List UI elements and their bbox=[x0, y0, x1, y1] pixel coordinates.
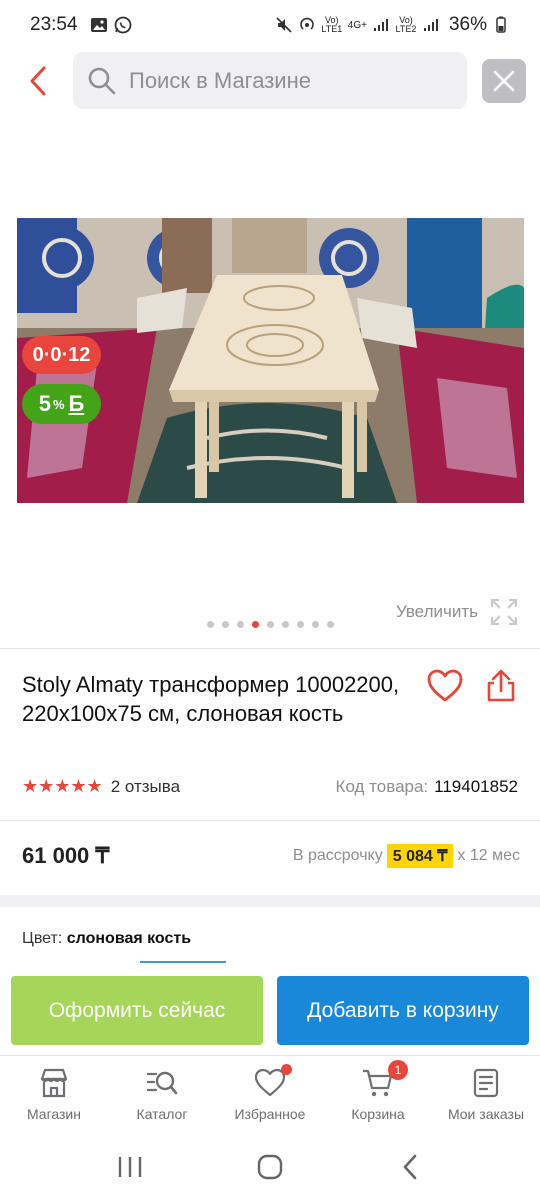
tab-favorites[interactable]: Избранное bbox=[216, 1056, 324, 1133]
recent-apps-button[interactable] bbox=[110, 1147, 150, 1187]
system-nav-bar bbox=[0, 1133, 540, 1200]
tab-label: Избранное bbox=[234, 1106, 306, 1122]
home-button[interactable] bbox=[250, 1147, 290, 1187]
cashback-percent: 5 bbox=[38, 391, 51, 416]
price: 61 000 ₸ bbox=[22, 843, 110, 868]
installment-monthly: 5 084 ₸ bbox=[386, 844, 454, 868]
pagination-dot-active[interactable] bbox=[251, 621, 259, 628]
pagination-dot[interactable] bbox=[206, 621, 214, 628]
section-gap bbox=[0, 895, 540, 907]
zoom-label: Увеличить bbox=[396, 602, 478, 621]
tab-orders[interactable]: Мои заказы bbox=[432, 1056, 540, 1133]
recent-apps-icon bbox=[118, 1156, 142, 1177]
cashback-badge: 5% Б bbox=[22, 384, 101, 424]
orders-icon bbox=[473, 1068, 499, 1098]
hotspot-icon bbox=[300, 17, 314, 30]
pagination-dot[interactable] bbox=[221, 621, 229, 628]
color-swatch-selected[interactable] bbox=[140, 961, 226, 963]
pagination-dot[interactable] bbox=[236, 621, 244, 628]
tab-label: Магазин bbox=[26, 1106, 81, 1122]
signal-icon bbox=[373, 19, 388, 31]
bottom-tab-bar: Магазин Каталог Избранное 1 Корзина Мои … bbox=[0, 1055, 540, 1133]
rating-stars: ★★★★★ bbox=[22, 776, 103, 796]
cart-count-badge: 1 bbox=[388, 1060, 408, 1080]
search-box[interactable] bbox=[73, 52, 467, 109]
status-system-icons: Vo) LTE1 4G+ Vo) LTE2 36% bbox=[275, 14, 510, 36]
tab-cart[interactable]: 1 Корзина bbox=[324, 1056, 432, 1133]
timer-badge: 0·0·12 bbox=[22, 336, 101, 374]
close-icon bbox=[493, 70, 515, 92]
network-4g-label: 4G+ bbox=[347, 19, 367, 31]
battery-percent: 36% bbox=[448, 14, 487, 35]
tab-shop[interactable]: Магазин bbox=[0, 1056, 108, 1133]
installment-term: x 12 мес bbox=[457, 847, 520, 864]
favorites-indicator-dot bbox=[281, 1064, 292, 1075]
back-icon bbox=[403, 1154, 417, 1179]
tab-label: Корзина bbox=[351, 1106, 405, 1122]
chevron-left-icon bbox=[30, 66, 46, 96]
clear-search-button[interactable] bbox=[482, 59, 526, 103]
gallery-pagination[interactable] bbox=[0, 621, 540, 628]
color-row: Цвет: слоновая кость bbox=[22, 930, 191, 948]
mute-icon bbox=[276, 17, 292, 33]
status-time: 23:54 bbox=[30, 14, 78, 35]
volte-lte1-label: Vo) LTE1 bbox=[321, 15, 343, 34]
tab-label: Каталог bbox=[136, 1106, 188, 1122]
divider bbox=[0, 820, 540, 821]
tab-label: Мои заказы bbox=[447, 1106, 525, 1122]
rating-row: ★★★★★ 2 отзыва Код товара: 119401852 bbox=[22, 776, 518, 797]
back-button[interactable] bbox=[24, 64, 54, 98]
volte-lte2-label: Vo) LTE2 bbox=[395, 15, 417, 34]
favorite-button[interactable] bbox=[426, 668, 464, 704]
search-input[interactable] bbox=[129, 67, 429, 94]
product-title: Stoly Almaty трансформер 10002200, 220x1… bbox=[22, 672, 400, 726]
heart-icon bbox=[427, 669, 463, 702]
sku-label-text: Код товара: bbox=[335, 776, 429, 796]
status-notification-icons bbox=[90, 16, 132, 34]
pagination-dot[interactable] bbox=[326, 621, 334, 628]
shop-icon bbox=[40, 1068, 68, 1098]
catalog-search-icon bbox=[146, 1071, 178, 1095]
search-header bbox=[0, 50, 540, 110]
price-row: 61 000 ₸ В рассрочку 5 084 ₸ x 12 мес bbox=[22, 843, 520, 869]
color-value: слоновая кость bbox=[66, 930, 192, 947]
status-bar: 23:54 Vo) LTE1 4G+ Vo) LTE2 36% bbox=[0, 0, 540, 50]
sku-label: Код товара: 119401852 bbox=[336, 777, 518, 797]
pagination-dot[interactable] bbox=[296, 621, 304, 628]
pagination-dot[interactable] bbox=[281, 621, 289, 628]
buy-now-button[interactable]: Оформить сейчас bbox=[11, 976, 263, 1045]
cashback-percent-sign: % bbox=[52, 396, 65, 412]
cashback-letter: Б bbox=[68, 391, 85, 416]
installment-label: В рассрочку bbox=[292, 847, 383, 864]
image-icon bbox=[90, 18, 107, 32]
home-icon bbox=[257, 1154, 283, 1179]
color-label: Цвет: bbox=[22, 930, 63, 947]
system-back-button[interactable] bbox=[390, 1147, 430, 1187]
product-gallery[interactable] bbox=[0, 110, 540, 650]
share-button[interactable] bbox=[485, 668, 517, 704]
pagination-dot[interactable] bbox=[311, 621, 319, 628]
share-icon bbox=[487, 669, 515, 702]
search-icon bbox=[88, 67, 116, 94]
pagination-dot[interactable] bbox=[266, 621, 274, 628]
signal-icon bbox=[423, 19, 438, 31]
tab-catalog[interactable]: Каталог bbox=[108, 1056, 216, 1133]
reviews-link[interactable]: 2 отзыва bbox=[111, 777, 180, 797]
sku-value: 119401852 bbox=[434, 776, 518, 796]
add-to-cart-button[interactable]: Добавить в корзину bbox=[277, 976, 529, 1045]
battery-icon bbox=[496, 16, 506, 33]
whatsapp-icon bbox=[114, 16, 131, 34]
divider bbox=[0, 648, 540, 649]
installment-info[interactable]: В рассрочку 5 084 ₸ x 12 мес bbox=[293, 844, 520, 868]
